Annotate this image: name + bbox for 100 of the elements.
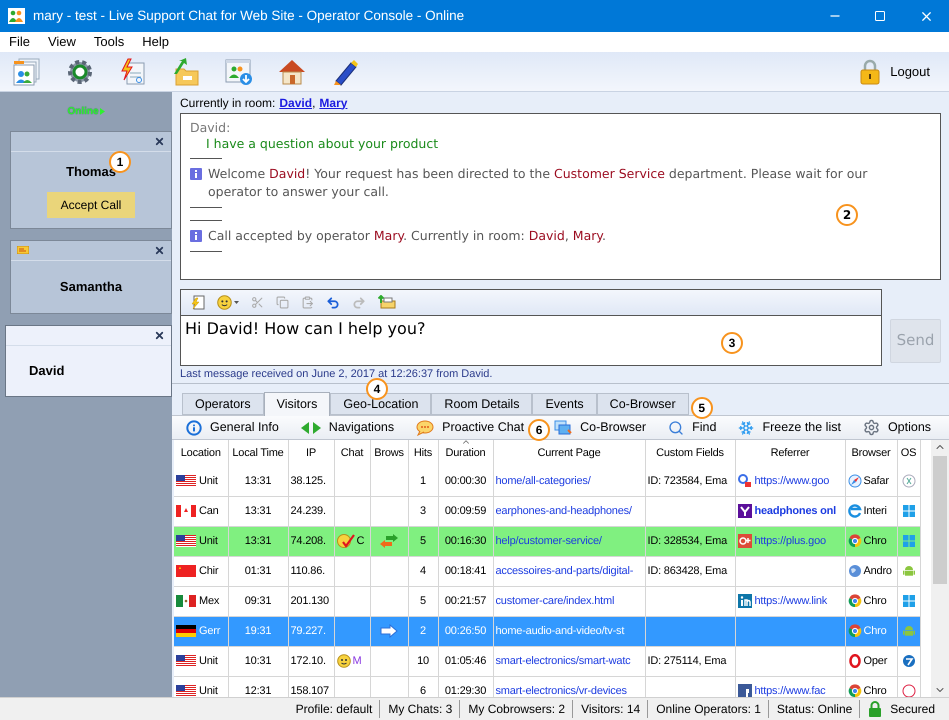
printer-upload-icon[interactable]	[378, 295, 396, 310]
visitor-row[interactable]: Can 13:31 24.239. 3 00:09:59 earphones-and-headphones/ headphones onl Interi	[174, 496, 920, 526]
home-icon[interactable]	[278, 58, 306, 86]
accept-call-button[interactable]: Accept Call	[46, 192, 136, 218]
lightning-document-icon[interactable]	[119, 58, 147, 86]
column-header[interactable]: Chat	[340, 446, 364, 459]
toolbar-button[interactable]: General Info	[186, 418, 279, 437]
browser-icon	[848, 624, 862, 638]
smiley-icon[interactable]	[217, 295, 232, 310]
column-header[interactable]: Browser	[852, 446, 890, 459]
column-header[interactable]: Current Page	[537, 446, 601, 459]
column-header[interactable]: Brows	[374, 446, 404, 459]
table-cell-text: Mex	[199, 594, 220, 609]
menu-item[interactable]: Tools	[94, 32, 124, 52]
table-cell-text: C	[356, 534, 364, 549]
scrollbar[interactable]	[931, 440, 949, 697]
column-header[interactable]: Location	[180, 446, 221, 459]
referrer-link[interactable]: headphones onl	[754, 502, 836, 520]
chat-card[interactable]: Samantha	[10, 240, 172, 314]
page-link[interactable]: accessoires-and-parts/digital-	[496, 564, 634, 577]
table-cell: 01:29:30	[444, 684, 486, 697]
member-link[interactable]: Mary	[319, 94, 348, 112]
arrow-right-icon	[380, 624, 398, 638]
visitor-row[interactable]: Chir 01:31 110.86. 4 00:18:41 accessoires-and-parts/digital- ID: 863428, Ema Andro	[174, 556, 920, 586]
window-title: mary - test - Live Support Chat for Web Site - Operator Console - Online	[33, 6, 464, 25]
menu-item[interactable]: File	[9, 32, 30, 52]
folder-arrow-icon[interactable]	[172, 58, 200, 86]
page-link[interactable]: smart-electronics/vr-devices	[496, 684, 627, 697]
column-header[interactable]: IP	[306, 446, 316, 459]
scrollbar-thumb[interactable]	[933, 456, 947, 584]
people-download-icon[interactable]	[225, 58, 253, 86]
page-link[interactable]: smart-electronics/smart-watc	[496, 654, 630, 667]
referrer-link[interactable]: https://www.fac	[754, 682, 826, 697]
visitor-row[interactable]: Unit 10:31 172.10. M 10 01:05:46 smart-electronics/smart-watc ID: 275114, Ema Oper	[174, 646, 920, 676]
windows-icon	[902, 534, 916, 548]
column-header[interactable]: Custom Fields	[656, 446, 724, 459]
flag-icon	[176, 474, 196, 487]
globe-icon	[848, 564, 862, 578]
status-item: My Cobrowsers: 2	[468, 701, 566, 718]
tab[interactable]: Co-Browser	[596, 393, 689, 415]
referrer-link[interactable]: https://www.goo	[754, 472, 830, 489]
page-link[interactable]: help/customer-service/	[496, 534, 602, 547]
visitor-row[interactable]: Mex 09:31 201.130 5 00:21:57 customer-care/index.html https://www.link Chro	[174, 586, 920, 616]
menu-item[interactable]: View	[48, 32, 76, 52]
column-header[interactable]: Duration	[446, 446, 486, 459]
tab[interactable]: Events	[532, 393, 597, 415]
column-header[interactable]: Local Time	[232, 446, 284, 459]
status-item: Status: Online	[776, 701, 852, 718]
logout-button[interactable]: Logout	[860, 58, 936, 84]
visitor-row[interactable]: Unit 13:31 74.208. C 5 00:16:30 help/customer-service/ ID: 328534, Ema https://plus.goo Chro	[174, 526, 920, 556]
toolbar-button[interactable]: Freeze the list	[738, 418, 841, 437]
tab[interactable]: Geo-Location	[330, 393, 432, 415]
table-cell: 1	[420, 474, 426, 486]
column-header[interactable]: Referrer	[770, 446, 810, 459]
toolbar-button[interactable]: Co-Browser	[554, 418, 646, 437]
table-cell-text: Chro	[864, 684, 887, 697]
settings-icon[interactable]	[66, 58, 94, 86]
table-cell-text: Unit	[199, 534, 218, 549]
undo-icon[interactable]	[326, 296, 340, 310]
lightning-document-icon[interactable]	[191, 295, 205, 310]
browser-icon	[848, 534, 862, 548]
table-cell-text: Unit	[199, 654, 218, 669]
pen-icon[interactable]	[331, 58, 359, 86]
table-cell-text: Andro	[864, 564, 892, 579]
caret-icon[interactable]	[234, 301, 239, 304]
os-icon	[902, 684, 916, 697]
menu-item[interactable]: Help	[142, 32, 170, 52]
smiley-check-icon	[336, 533, 354, 549]
toolbar-button[interactable]: Proactive Chat	[416, 418, 524, 437]
chat-card[interactable]: Thomas Accept Call 1	[10, 131, 172, 228]
os-icon	[902, 654, 916, 668]
column-header[interactable]: OS	[900, 446, 916, 459]
referrer-link[interactable]: https://plus.goo	[754, 532, 826, 550]
tab[interactable]: Room Details	[431, 393, 532, 415]
page-link[interactable]: earphones-and-headphones/	[496, 504, 632, 517]
table-cell: 2	[420, 624, 426, 637]
tab[interactable]: Operators	[182, 393, 264, 415]
table-cell: 38.125.	[290, 474, 326, 486]
chat-card[interactable]: David	[5, 324, 172, 396]
visitor-row[interactable]: Unit 12:31 158.107 6 01:29:30 smart-electronics/vr-devices https://www.fac Chro	[174, 676, 920, 697]
contacts-icon[interactable]	[13, 58, 41, 86]
toolbar-button[interactable]: Navigations	[300, 418, 394, 437]
toolbar-button[interactable]: Find	[668, 418, 716, 437]
column-header[interactable]: Hits	[414, 446, 432, 459]
toolbar-button[interactable]: Options	[862, 418, 932, 437]
table-cell: 00:18:41	[444, 564, 486, 577]
visitor-row[interactable]: Unit 13:31 38.125. 1 00:00:30 home/all-categories/ ID: 723584, Ema https://www.goo Safar	[174, 466, 920, 496]
close-icon[interactable]	[154, 136, 165, 147]
flag-icon	[176, 685, 196, 697]
referrer-link[interactable]: https://www.link	[754, 592, 828, 610]
maximize-icon[interactable]	[874, 10, 886, 22]
sender-name: David:	[190, 120, 230, 136]
page-link[interactable]: home/all-categories/	[496, 474, 591, 486]
member-link[interactable]: David	[279, 94, 312, 112]
close-icon[interactable]	[154, 244, 165, 256]
status-item: Visitors: 14	[581, 701, 640, 718]
page-link[interactable]: customer-care/index.html	[496, 594, 614, 607]
flag-icon	[176, 595, 196, 607]
tab[interactable]: Visitors	[264, 392, 330, 416]
close-icon[interactable]	[154, 330, 165, 340]
